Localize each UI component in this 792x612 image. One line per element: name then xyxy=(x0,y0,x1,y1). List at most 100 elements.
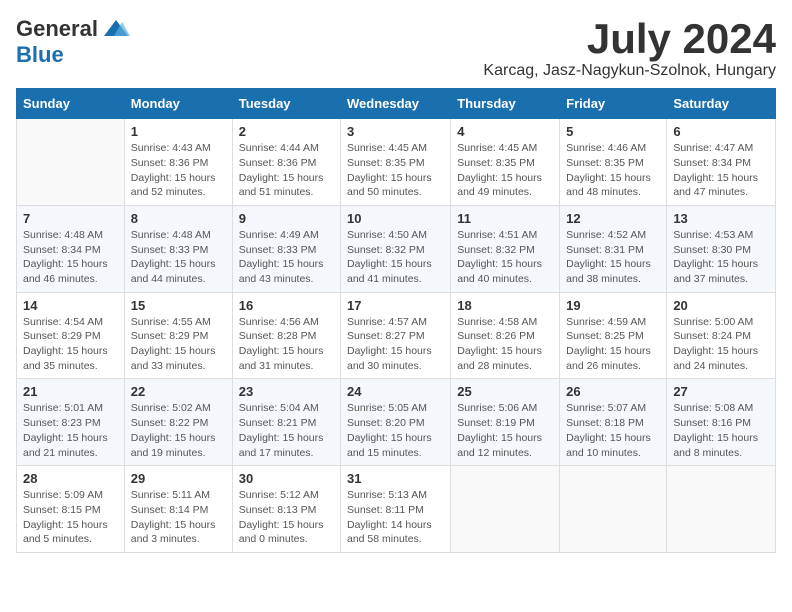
day-number: 12 xyxy=(566,211,660,226)
calendar-cell: 1 Sunrise: 4:43 AM Sunset: 8:36 PM Daylig… xyxy=(124,119,232,206)
logo: General Blue xyxy=(16,16,130,68)
day-number: 4 xyxy=(457,124,553,139)
day-info: Sunrise: 4:45 AM Sunset: 8:35 PM Dayligh… xyxy=(457,141,553,200)
day-info: Sunrise: 4:58 AM Sunset: 8:26 PM Dayligh… xyxy=(457,315,553,374)
day-number: 29 xyxy=(131,471,226,486)
day-of-week-header: Wednesday xyxy=(341,89,451,119)
calendar-week-row: 21Sunrise: 5:01 AM Sunset: 8:23 PM Dayli… xyxy=(17,379,776,466)
day-number: 17 xyxy=(347,298,444,313)
calendar-cell xyxy=(667,466,776,553)
day-info: Sunrise: 4:59 AM Sunset: 8:25 PM Dayligh… xyxy=(566,315,660,374)
day-info: Sunrise: 5:02 AM Sunset: 8:22 PM Dayligh… xyxy=(131,401,226,460)
calendar-week-row: 7 Sunrise: 4:48 AM Sunset: 8:34 PM Daylig… xyxy=(17,205,776,292)
day-info: Sunrise: 5:05 AM Sunset: 8:20 PM Dayligh… xyxy=(347,401,444,460)
day-info: Sunrise: 5:06 AM Sunset: 8:19 PM Dayligh… xyxy=(457,401,553,460)
calendar-cell: 11 Sunrise: 4:51 AM Sunset: 8:32 PM Dayli… xyxy=(451,205,560,292)
day-info: Sunrise: 4:55 AM Sunset: 8:29 PM Dayligh… xyxy=(131,315,226,374)
day-number: 10 xyxy=(347,211,444,226)
day-number: 7 xyxy=(23,211,118,226)
day-info: Sunrise: 4:54 AM Sunset: 8:29 PM Dayligh… xyxy=(23,315,118,374)
day-info: Sunrise: 4:49 AM Sunset: 8:33 PM Dayligh… xyxy=(239,228,334,287)
calendar-cell: 26 Sunrise: 5:07 AM Sunset: 8:18 PM Dayli… xyxy=(560,379,667,466)
day-number: 24 xyxy=(347,384,444,399)
calendar-cell: 24 Sunrise: 5:05 AM Sunset: 8:20 PM Dayli… xyxy=(341,379,451,466)
day-number: 31 xyxy=(347,471,444,486)
calendar-cell: 2 Sunrise: 4:44 AM Sunset: 8:36 PM Daylig… xyxy=(232,119,340,206)
day-info: Sunrise: 4:48 AM Sunset: 8:33 PM Dayligh… xyxy=(131,228,226,287)
day-number: 28 xyxy=(23,471,118,486)
day-number: 30 xyxy=(239,471,334,486)
day-number: 14 xyxy=(23,298,118,313)
calendar-cell: 30Sunrise: 5:12 AM Sunset: 8:13 PM Dayli… xyxy=(232,466,340,553)
day-info: Sunrise: 4:50 AM Sunset: 8:32 PM Dayligh… xyxy=(347,228,444,287)
day-info: Sunrise: 5:11 AM Sunset: 8:14 PM Dayligh… xyxy=(131,488,226,547)
day-number: 2 xyxy=(239,124,334,139)
title-area: July 2024 Karcag, Jasz-Nagykun-Szolnok, … xyxy=(483,16,776,80)
calendar-cell: 29 Sunrise: 5:11 AM Sunset: 8:14 PM Dayli… xyxy=(124,466,232,553)
calendar-cell: 20 Sunrise: 5:00 AM Sunset: 8:24 PM Dayli… xyxy=(667,292,776,379)
day-info: Sunrise: 4:46 AM Sunset: 8:35 PM Dayligh… xyxy=(566,141,660,200)
calendar-cell: 27 Sunrise: 5:08 AM Sunset: 8:16 PM Dayli… xyxy=(667,379,776,466)
calendar-cell: 22 Sunrise: 5:02 AM Sunset: 8:22 PM Dayli… xyxy=(124,379,232,466)
day-of-week-header: Friday xyxy=(560,89,667,119)
calendar-cell: 25Sunrise: 5:06 AM Sunset: 8:19 PM Dayli… xyxy=(451,379,560,466)
day-info: Sunrise: 4:56 AM Sunset: 8:28 PM Dayligh… xyxy=(239,315,334,374)
calendar-table: SundayMondayTuesdayWednesdayThursdayFrid… xyxy=(16,88,776,553)
calendar-cell: 23Sunrise: 5:04 AM Sunset: 8:21 PM Dayli… xyxy=(232,379,340,466)
calendar-cell: 13 Sunrise: 4:53 AM Sunset: 8:30 PM Dayli… xyxy=(667,205,776,292)
day-number: 6 xyxy=(673,124,769,139)
day-number: 22 xyxy=(131,384,226,399)
calendar-week-row: 1 Sunrise: 4:43 AM Sunset: 8:36 PM Daylig… xyxy=(17,119,776,206)
day-info: Sunrise: 4:44 AM Sunset: 8:36 PM Dayligh… xyxy=(239,141,334,200)
calendar-cell xyxy=(451,466,560,553)
calendar-cell: 15 Sunrise: 4:55 AM Sunset: 8:29 PM Dayli… xyxy=(124,292,232,379)
day-of-week-header: Sunday xyxy=(17,89,125,119)
day-info: Sunrise: 4:57 AM Sunset: 8:27 PM Dayligh… xyxy=(347,315,444,374)
calendar-week-row: 14 Sunrise: 4:54 AM Sunset: 8:29 PM Dayli… xyxy=(17,292,776,379)
day-number: 5 xyxy=(566,124,660,139)
calendar-cell: 19 Sunrise: 4:59 AM Sunset: 8:25 PM Dayli… xyxy=(560,292,667,379)
day-number: 19 xyxy=(566,298,660,313)
day-info: Sunrise: 5:00 AM Sunset: 8:24 PM Dayligh… xyxy=(673,315,769,374)
calendar-cell: 28Sunrise: 5:09 AM Sunset: 8:15 PM Dayli… xyxy=(17,466,125,553)
day-number: 16 xyxy=(239,298,334,313)
day-info: Sunrise: 4:45 AM Sunset: 8:35 PM Dayligh… xyxy=(347,141,444,200)
day-number: 1 xyxy=(131,124,226,139)
day-number: 13 xyxy=(673,211,769,226)
calendar-cell: 3Sunrise: 4:45 AM Sunset: 8:35 PM Daylig… xyxy=(341,119,451,206)
day-info: Sunrise: 5:13 AM Sunset: 8:11 PM Dayligh… xyxy=(347,488,444,547)
day-number: 15 xyxy=(131,298,226,313)
calendar-cell: 4 Sunrise: 4:45 AM Sunset: 8:35 PM Daylig… xyxy=(451,119,560,206)
day-info: Sunrise: 5:07 AM Sunset: 8:18 PM Dayligh… xyxy=(566,401,660,460)
day-info: Sunrise: 4:51 AM Sunset: 8:32 PM Dayligh… xyxy=(457,228,553,287)
calendar-cell: 6 Sunrise: 4:47 AM Sunset: 8:34 PM Daylig… xyxy=(667,119,776,206)
logo-icon xyxy=(102,18,130,40)
day-number: 21 xyxy=(23,384,118,399)
day-number: 9 xyxy=(239,211,334,226)
calendar-cell: 9 Sunrise: 4:49 AM Sunset: 8:33 PM Daylig… xyxy=(232,205,340,292)
day-of-week-header: Monday xyxy=(124,89,232,119)
calendar-cell: 5 Sunrise: 4:46 AM Sunset: 8:35 PM Daylig… xyxy=(560,119,667,206)
day-info: Sunrise: 4:53 AM Sunset: 8:30 PM Dayligh… xyxy=(673,228,769,287)
day-info: Sunrise: 4:47 AM Sunset: 8:34 PM Dayligh… xyxy=(673,141,769,200)
logo-general-text: General xyxy=(16,16,98,42)
calendar-cell: 17 Sunrise: 4:57 AM Sunset: 8:27 PM Dayli… xyxy=(341,292,451,379)
calendar-cell: 16 Sunrise: 4:56 AM Sunset: 8:28 PM Dayli… xyxy=(232,292,340,379)
day-of-week-header: Saturday xyxy=(667,89,776,119)
day-number: 20 xyxy=(673,298,769,313)
day-of-week-header: Thursday xyxy=(451,89,560,119)
day-number: 26 xyxy=(566,384,660,399)
calendar-cell: 10 Sunrise: 4:50 AM Sunset: 8:32 PM Dayli… xyxy=(341,205,451,292)
day-info: Sunrise: 4:43 AM Sunset: 8:36 PM Dayligh… xyxy=(131,141,226,200)
month-year-title: July 2024 xyxy=(483,16,776,62)
calendar-cell: 12 Sunrise: 4:52 AM Sunset: 8:31 PM Dayli… xyxy=(560,205,667,292)
day-number: 27 xyxy=(673,384,769,399)
day-info: Sunrise: 4:48 AM Sunset: 8:34 PM Dayligh… xyxy=(23,228,118,287)
day-info: Sunrise: 5:08 AM Sunset: 8:16 PM Dayligh… xyxy=(673,401,769,460)
day-number: 11 xyxy=(457,211,553,226)
calendar-cell xyxy=(17,119,125,206)
day-info: Sunrise: 4:52 AM Sunset: 8:31 PM Dayligh… xyxy=(566,228,660,287)
day-number: 18 xyxy=(457,298,553,313)
calendar-cell: 7 Sunrise: 4:48 AM Sunset: 8:34 PM Daylig… xyxy=(17,205,125,292)
day-info: Sunrise: 5:04 AM Sunset: 8:21 PM Dayligh… xyxy=(239,401,334,460)
